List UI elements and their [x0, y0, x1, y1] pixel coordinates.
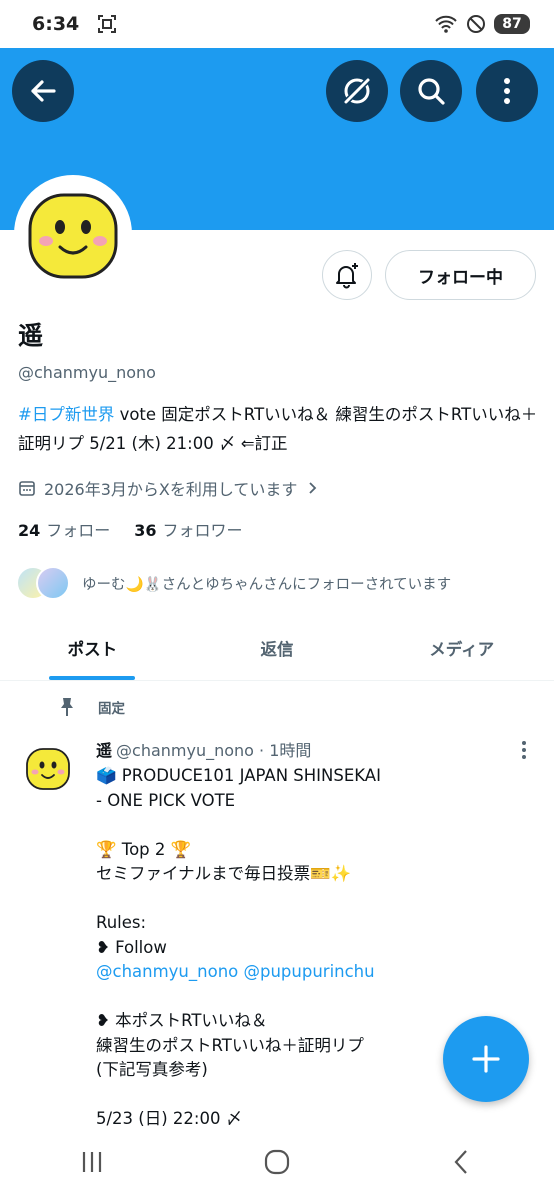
plus-icon — [472, 1045, 500, 1073]
post-mention-links[interactable]: @chanmyu_nono @pupupurinchu — [96, 960, 526, 985]
tab-posts[interactable]: ポスト — [0, 615, 185, 680]
system-navigation-bar — [0, 1130, 554, 1200]
more-vertical-icon — [504, 78, 510, 104]
display-name: 遥 — [18, 321, 44, 350]
dot — [522, 748, 526, 752]
tab-media[interactable]: メディア — [369, 615, 554, 680]
smiley-face-icon — [26, 748, 70, 790]
dot — [522, 755, 526, 759]
chevron-right-icon — [309, 482, 317, 494]
recent-apps-icon[interactable] — [78, 1148, 106, 1176]
followed-by-row[interactable]: ゆーむ🌙🐰さんとゆちゃんさんにフォローされています — [16, 566, 451, 600]
search-icon — [418, 78, 445, 105]
pin-icon — [61, 698, 73, 716]
post-author-avatar[interactable] — [24, 744, 72, 792]
bio-hashtag-link[interactable]: #日プ新世界 — [18, 405, 114, 424]
status-time: 6:34 — [32, 13, 80, 35]
status-right: 87 — [434, 14, 530, 34]
arrow-left-icon — [31, 80, 56, 102]
smiley-face-icon — [28, 193, 118, 279]
calendar-icon — [19, 481, 35, 496]
profile-tabs: ポスト 返信 メディア — [0, 615, 554, 681]
status-bar: 6:34 87 — [0, 0, 554, 48]
post-line: - ONE PICK VOTE — [96, 790, 236, 810]
post-line: 🏆 Top 2 🏆 — [96, 839, 192, 859]
following-count: 24 — [18, 521, 41, 540]
following-link[interactable]: 24 フォロー — [18, 517, 110, 541]
notification-bell-button[interactable] — [322, 250, 372, 300]
follower-avatars — [16, 566, 72, 600]
search-button[interactable] — [400, 60, 462, 122]
post-line: 5/23 (日) 22:00 〆 — [96, 1109, 243, 1128]
post-line: Rules: — [96, 913, 147, 932]
compose-post-button[interactable] — [443, 1016, 529, 1102]
follow-counts: 24 フォロー 36 フォロワー — [18, 517, 243, 541]
post-line: 🗳️ PRODUCE101 JAPAN SHINSEKAI — [96, 766, 381, 785]
profile-avatar[interactable] — [14, 175, 132, 293]
more-button[interactable] — [476, 60, 538, 122]
post-author-name[interactable]: 遥 — [96, 741, 112, 760]
followers-label: フォロワー — [162, 521, 243, 540]
post-line: ❥ Follow — [96, 937, 167, 957]
tab-replies[interactable]: 返信 — [185, 615, 370, 680]
home-icon[interactable] — [263, 1148, 291, 1176]
pinned-indicator: 固定 — [58, 697, 125, 717]
grok-icon — [344, 76, 372, 104]
followers-count: 36 — [134, 521, 157, 540]
pinned-label: 固定 — [98, 701, 125, 717]
avatar-image — [19, 180, 127, 288]
back-nav-icon[interactable] — [448, 1148, 476, 1176]
joined-text: 2026年3月からXを利用しています — [44, 480, 298, 499]
following-label: フォロー — [46, 521, 111, 540]
profile-handle: @chanmyu_nono — [18, 363, 156, 382]
post-header: 遥 @chanmyu_nono · 1時間 — [96, 737, 311, 761]
post-handle-time: @chanmyu_nono · 1時間 — [116, 741, 312, 760]
dot — [522, 741, 526, 745]
back-button[interactable] — [12, 60, 74, 122]
post-line: セミファイナルまで毎日投票🎫✨ — [96, 864, 352, 883]
following-button[interactable]: フォロー中 — [385, 250, 536, 300]
follower-avatar-2 — [36, 566, 70, 600]
bell-plus-icon — [336, 263, 358, 289]
joined-date[interactable]: 2026年3月からXを利用しています — [18, 476, 319, 500]
do-not-disturb-icon — [467, 15, 485, 33]
post-more-button[interactable] — [514, 738, 534, 762]
profile-bio: #日プ新世界 vote 固定ポストRTいいね＆ 練習生のポストRTいいね＋証明リ… — [18, 400, 538, 458]
followers-link[interactable]: 36 フォロワー — [134, 517, 242, 541]
screenshot-icon — [98, 15, 117, 33]
followed-by-text: ゆーむ🌙🐰さんとゆちゃんさんにフォローされています — [82, 576, 452, 593]
battery-level: 87 — [494, 14, 530, 34]
wifi-icon — [435, 15, 457, 33]
grok-button[interactable] — [326, 60, 388, 122]
